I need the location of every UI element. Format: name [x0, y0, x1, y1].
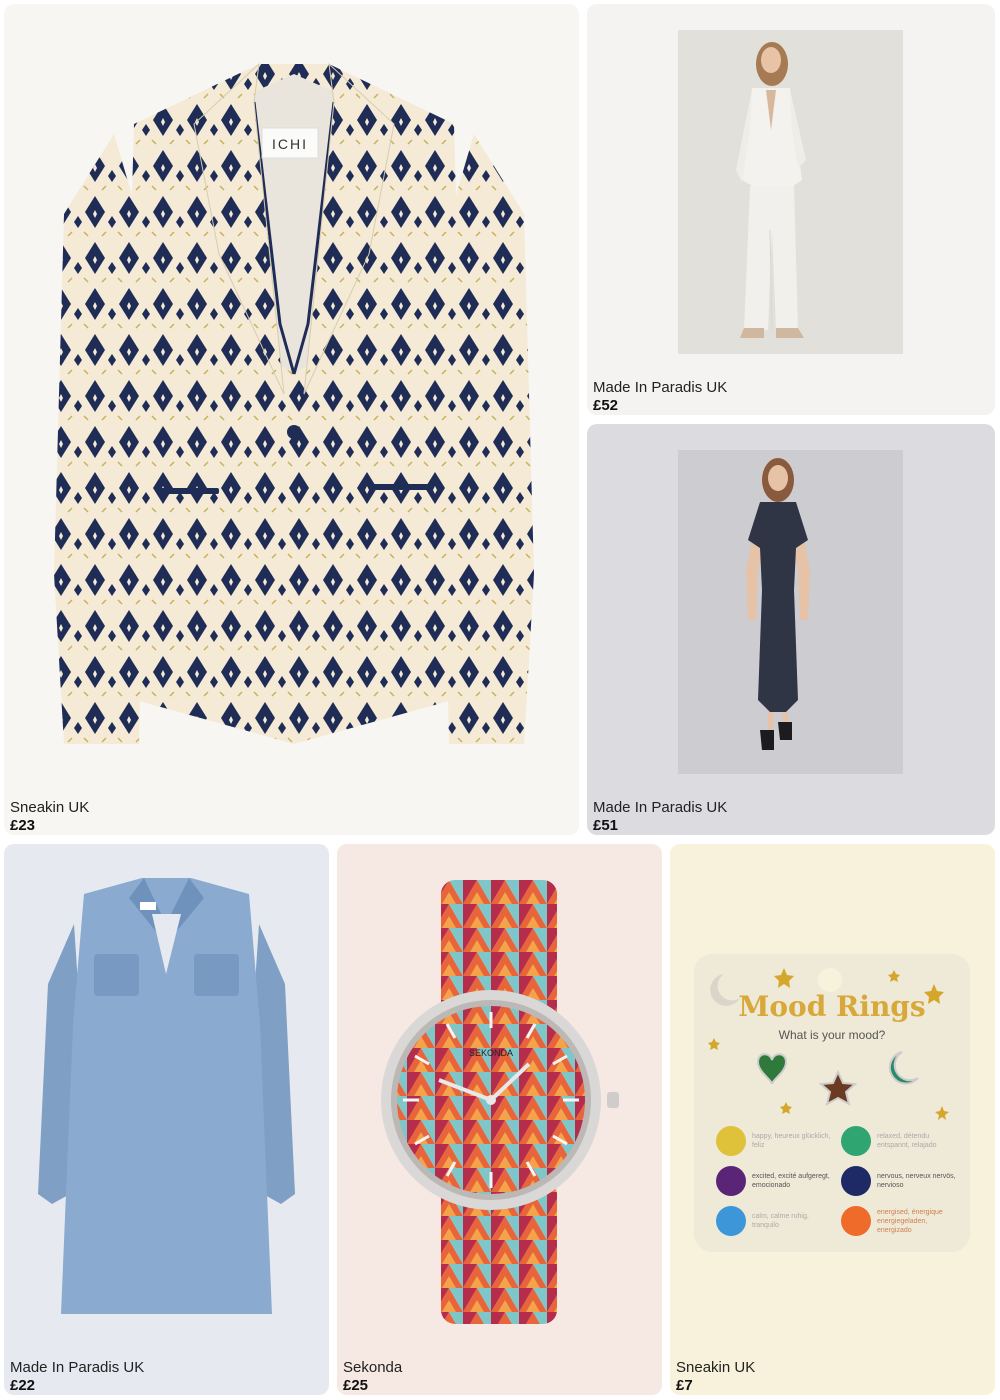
- mood-card-title: Mood Rings: [738, 990, 926, 1023]
- mood-card-subtitle: What is your mood?: [778, 1028, 886, 1042]
- product-image[interactable]: SEKONDA: [379, 880, 619, 1324]
- product-card[interactable]: Made In Paradis UK £52: [587, 4, 995, 415]
- mood-legend-item: relaxed, détendu entspannt, relajado: [841, 1126, 956, 1156]
- store-name: Made In Paradis UK: [593, 379, 728, 396]
- product-image[interactable]: [678, 450, 903, 774]
- product-card[interactable]: ICHI Sneakin UK £23: [4, 4, 579, 835]
- brand-label-text: SEKONDA: [469, 1048, 513, 1058]
- mood-legend-text: relaxed, détendu entspannt, relajado: [877, 1133, 937, 1149]
- price: £7: [676, 1377, 693, 1394]
- color-swatch: [841, 1206, 871, 1236]
- mood-legend-text: energised, énergique energiegeladen, ene…: [877, 1208, 943, 1234]
- color-swatch: [716, 1166, 746, 1196]
- price: £25: [343, 1377, 369, 1394]
- brand-label-text: ICHI: [272, 136, 308, 152]
- color-swatch: [841, 1166, 871, 1196]
- price: £51: [593, 817, 619, 834]
- store-name: Sneakin UK: [10, 799, 90, 816]
- store-name: Sekonda: [343, 1359, 403, 1376]
- mood-legend-text: happy, heureux glücklich, feliz: [752, 1133, 831, 1149]
- product-image[interactable]: [34, 874, 299, 1324]
- price: £22: [10, 1377, 36, 1394]
- mood-legend-text: nervous, nerveux nervös, nervioso: [877, 1173, 956, 1189]
- product-image[interactable]: [678, 30, 903, 354]
- mood-legend-item: excited, excité aufgeregt, emocionado: [716, 1166, 831, 1196]
- mood-legend: happy, heureux glücklich, feliz relaxed,…: [716, 1126, 956, 1236]
- product-image[interactable]: ICHI: [44, 54, 544, 754]
- store-name: Made In Paradis UK: [593, 799, 728, 816]
- store-name: Made In Paradis UK: [10, 1359, 145, 1376]
- color-swatch: [716, 1126, 746, 1156]
- product-card[interactable]: Made In Paradis UK £22: [4, 844, 329, 1395]
- mood-legend-item: nervous, nerveux nervös, nervioso: [841, 1166, 956, 1196]
- store-name: Sneakin UK: [676, 1359, 756, 1376]
- mood-legend-item: calm, calme ruhig, tranquilo: [716, 1206, 831, 1236]
- color-swatch: [841, 1126, 871, 1156]
- mood-legend-item: energised, énergique energiegeladen, ene…: [841, 1206, 956, 1236]
- product-card[interactable]: Mood Rings What is your mood? happy, heu…: [670, 844, 995, 1395]
- product-image[interactable]: Mood Rings What is your mood? happy, heu…: [694, 954, 970, 1252]
- price: £23: [10, 817, 36, 834]
- product-card[interactable]: Made In Paradis UK £51: [587, 424, 995, 835]
- mood-legend-item: happy, heureux glücklich, feliz: [716, 1126, 831, 1156]
- mood-legend-text: calm, calme ruhig, tranquilo: [752, 1213, 809, 1229]
- product-card[interactable]: SEKONDA Sekonda £25: [337, 844, 662, 1395]
- price: £52: [593, 397, 619, 414]
- mood-legend-text: excited, excité aufgeregt, emocionado: [752, 1173, 830, 1189]
- color-swatch: [716, 1206, 746, 1236]
